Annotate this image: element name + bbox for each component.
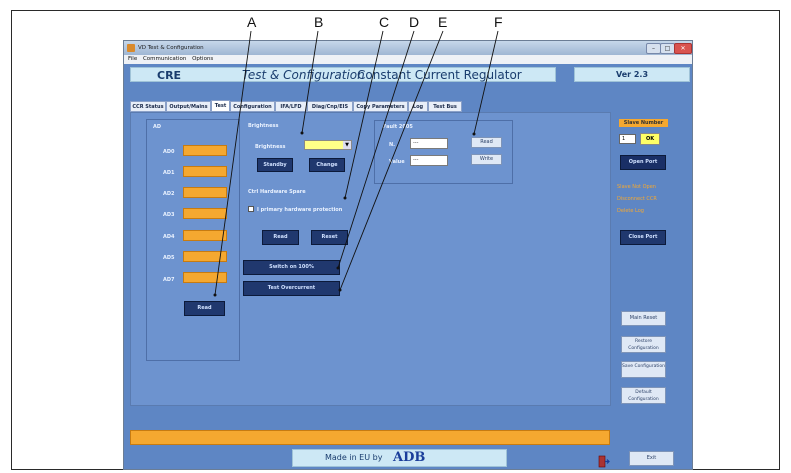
callout-dot-f bbox=[472, 132, 476, 136]
callout-line-e bbox=[339, 30, 444, 291]
callout-lines bbox=[213, 30, 499, 297]
callout-line-b bbox=[301, 30, 319, 134]
callout-dot-d bbox=[336, 266, 340, 270]
callout-dot-a bbox=[213, 293, 217, 297]
callout-line-c bbox=[344, 30, 384, 199]
callout-dot-b bbox=[300, 131, 304, 135]
callout-line-d bbox=[337, 30, 415, 269]
callout-line-a bbox=[214, 30, 252, 296]
callout-line-f bbox=[473, 30, 499, 135]
callout-dot-c bbox=[343, 196, 347, 200]
callout-dot-e bbox=[338, 288, 342, 292]
